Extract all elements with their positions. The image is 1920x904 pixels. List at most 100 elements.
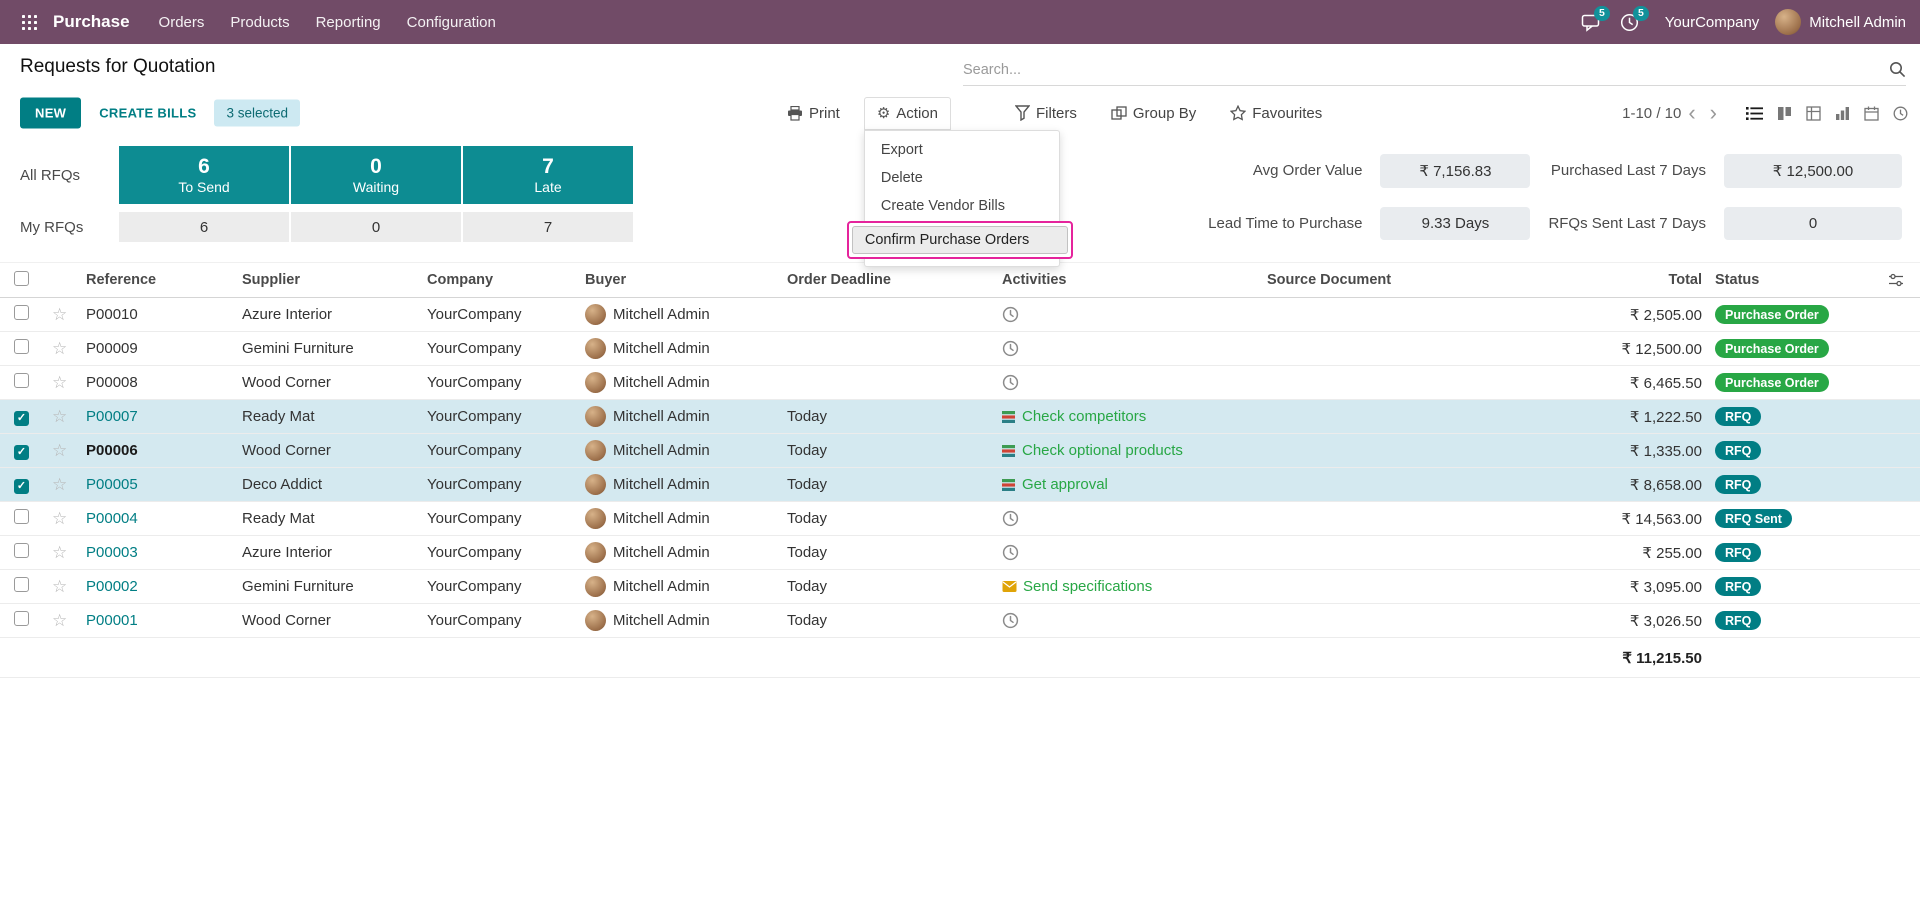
activity-view-icon[interactable]: [1893, 106, 1908, 121]
favorite-star-icon: ☆: [52, 508, 68, 528]
cell-company: YourCompany: [427, 510, 522, 527]
header-reference[interactable]: Reference: [74, 272, 230, 288]
table-row[interactable]: ☆ P00004 Ready Mat YourCompany Mitchell …: [0, 502, 1920, 536]
cell-company: YourCompany: [427, 476, 522, 493]
buyer-avatar: [585, 338, 606, 359]
kpi-card-late[interactable]: 7 Late: [463, 146, 633, 204]
cell-company: YourCompany: [427, 612, 522, 629]
cell-deadline: Today: [787, 544, 828, 561]
table-row[interactable]: ☆ P00006 Wood Corner YourCompany Mitchel…: [0, 434, 1920, 468]
menu-item-confirm-purchase-orders[interactable]: Confirm Purchase Orders: [851, 225, 1068, 254]
search-bar[interactable]: [963, 54, 1906, 86]
pager-prev-button[interactable]: ‹: [1681, 102, 1702, 124]
action-button[interactable]: ⚙ Action Export Delete Create Vendor Bil…: [846, 96, 1073, 267]
calendar-view-icon[interactable]: [1864, 106, 1879, 121]
header-activities[interactable]: Activities: [990, 272, 1255, 288]
header-status[interactable]: Status: [1710, 272, 1860, 288]
table-row[interactable]: ☆ P00009 Gemini Furniture YourCompany Mi…: [0, 332, 1920, 366]
table-row[interactable]: ☆ P00001 Wood Corner YourCompany Mitchel…: [0, 604, 1920, 638]
filters-button[interactable]: Filters: [1003, 98, 1089, 129]
buyer-name: Mitchell Admin: [613, 510, 710, 527]
my-rfqs-to-send[interactable]: 6: [119, 212, 289, 242]
messages-button[interactable]: 5: [1581, 5, 1610, 32]
cell-reference[interactable]: P00006: [74, 442, 230, 459]
kpi-card-to-send[interactable]: 6 To Send: [119, 146, 289, 204]
my-rfqs-late[interactable]: 7: [463, 212, 633, 242]
activities-badge: 5: [1632, 5, 1649, 22]
company-switcher[interactable]: YourCompany: [1665, 14, 1760, 31]
cell-reference[interactable]: P00008: [74, 374, 230, 391]
status-badge: Purchase Order: [1715, 373, 1829, 392]
app-brand[interactable]: Purchase: [53, 12, 130, 32]
printer-icon: [788, 105, 802, 121]
search-input[interactable]: [963, 61, 1889, 78]
row-checkbox: [14, 339, 29, 354]
cell-activities[interactable]: [990, 612, 1255, 629]
cell-activities[interactable]: Send specifications: [990, 578, 1255, 595]
cell-reference[interactable]: P00003: [74, 544, 230, 561]
cell-supplier: Azure Interior: [242, 544, 333, 561]
user-menu[interactable]: Mitchell Admin: [1809, 14, 1906, 31]
group-by-button[interactable]: Group By: [1099, 98, 1208, 129]
new-button[interactable]: NEW: [20, 97, 82, 129]
cell-deadline: Today: [787, 578, 828, 595]
nav-menu-products[interactable]: Products: [219, 8, 300, 37]
cell-activities[interactable]: Get approval: [990, 476, 1255, 493]
cell-activities[interactable]: [990, 544, 1255, 561]
cell-activities[interactable]: Check optional products: [990, 442, 1255, 459]
header-supplier[interactable]: Supplier: [230, 272, 415, 288]
cell-activities[interactable]: [990, 510, 1255, 527]
nav-menu-reporting[interactable]: Reporting: [305, 8, 392, 37]
cell-reference[interactable]: P00005: [74, 476, 230, 493]
pager-next-button[interactable]: ›: [1703, 102, 1724, 124]
nav-menu-orders[interactable]: Orders: [148, 8, 216, 37]
kpi-card-waiting[interactable]: 0 Waiting: [291, 146, 461, 204]
table-row[interactable]: ☆ P00007 Ready Mat YourCompany Mitchell …: [0, 400, 1920, 434]
cell-reference[interactable]: P00009: [74, 340, 230, 357]
cell-activities[interactable]: [990, 306, 1255, 323]
header-company[interactable]: Company: [415, 272, 573, 288]
table-row[interactable]: ☆ P00008 Wood Corner YourCompany Mitchel…: [0, 366, 1920, 400]
activity-label: Get approval: [1022, 476, 1108, 493]
header-total[interactable]: Total: [1580, 272, 1710, 288]
list-view-icon[interactable]: [1746, 106, 1763, 121]
apps-grid-icon[interactable]: [14, 9, 45, 36]
cell-total: ₹ 2,505.00: [1629, 306, 1702, 324]
cell-activities[interactable]: Check competitors: [990, 408, 1255, 425]
optional-columns-icon: [1889, 273, 1903, 287]
header-buyer[interactable]: Buyer: [573, 272, 775, 288]
nav-menu-configuration[interactable]: Configuration: [396, 8, 507, 37]
table-row[interactable]: ☆ P00005 Deco Addict YourCompany Mitchel…: [0, 468, 1920, 502]
cell-reference[interactable]: P00001: [74, 612, 230, 629]
cell-reference[interactable]: P00004: [74, 510, 230, 527]
my-rfqs-waiting[interactable]: 0: [291, 212, 461, 242]
search-icon[interactable]: [1889, 61, 1906, 78]
user-avatar[interactable]: [1775, 9, 1802, 35]
header-order-deadline[interactable]: Order Deadline: [775, 272, 990, 288]
cell-reference[interactable]: P00002: [74, 578, 230, 595]
cell-reference[interactable]: P00007: [74, 408, 230, 425]
cell-reference[interactable]: P00010: [74, 306, 230, 323]
favourites-button[interactable]: Favourites: [1218, 98, 1334, 129]
pivot-view-icon[interactable]: [1806, 105, 1821, 121]
print-button[interactable]: Print: [775, 98, 852, 129]
table-row[interactable]: ☆ P00010 Azure Interior YourCompany Mitc…: [0, 298, 1920, 332]
menu-item-export[interactable]: Export: [865, 136, 1059, 164]
cell-activities[interactable]: [990, 374, 1255, 391]
menu-item-create-vendor-bills[interactable]: Create Vendor Bills: [865, 192, 1059, 220]
header-source-document[interactable]: Source Document: [1255, 272, 1580, 288]
clock-icon: [1002, 544, 1019, 561]
dashboard-stats: Avg Order Value ₹ 7,156.83 Purchased Las…: [1208, 152, 1902, 242]
kanban-view-icon[interactable]: [1777, 106, 1792, 121]
activities-button[interactable]: 5: [1620, 5, 1649, 32]
menu-item-delete[interactable]: Delete: [865, 164, 1059, 192]
create-bills-button[interactable]: CREATE BILLS: [95, 98, 200, 129]
stat-label-rfqs-sent-7-days: RFQs Sent Last 7 Days: [1548, 215, 1706, 233]
graph-view-icon[interactable]: [1835, 106, 1850, 121]
all-rfqs-label: All RFQs: [20, 166, 80, 184]
clock-icon: [1002, 510, 1019, 527]
cell-activities[interactable]: [990, 340, 1255, 357]
cell-deadline: Today: [787, 476, 828, 493]
table-row[interactable]: ☆ P00002 Gemini Furniture YourCompany Mi…: [0, 570, 1920, 604]
table-row[interactable]: ☆ P00003 Azure Interior YourCompany Mitc…: [0, 536, 1920, 570]
